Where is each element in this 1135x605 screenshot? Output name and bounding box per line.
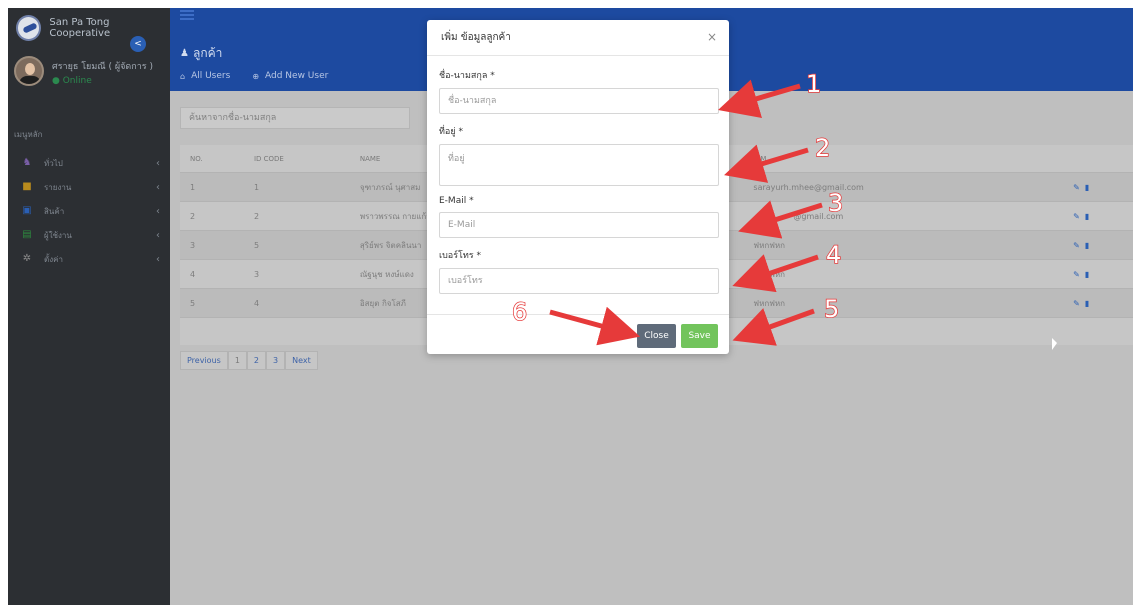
sidebar-nav: ♞ ทั่วไป ‹ ■ รายงาน ‹ ▣ สินค้า ‹ ▤ ผู้ใช… [8, 151, 170, 271]
name-field-label: ชื่อ-นามสกุล * [439, 71, 495, 81]
close-button[interactable]: Close [637, 324, 676, 348]
column-header-id: ID CODE [253, 154, 284, 163]
row-actions: ✎ ▮ [1073, 270, 1133, 279]
page-title-text: ลูกค้า [192, 46, 223, 60]
tab-label: All Users [191, 71, 231, 81]
sidebar-item-label: รายงาน [44, 182, 72, 192]
row-actions: ✎ ▮ [1073, 212, 1133, 221]
add-customer-modal: เพิ่ม ข้อมูลลูกค้า × ชื่อ-นามสกุล * ที่อ… [427, 20, 729, 354]
tab-add-new-user[interactable]: ⊕ Add New User [252, 71, 328, 81]
edit-icon[interactable]: ✎ [1073, 183, 1080, 192]
pagination-page[interactable]: 3 [266, 351, 286, 370]
email-field[interactable] [439, 212, 719, 238]
sidebar-item-label: ตั้งค่า [44, 254, 63, 264]
delete-icon[interactable]: ▮ [1085, 299, 1089, 308]
chevron-left-icon: ‹ [156, 253, 160, 265]
chevron-left-icon: ‹ [156, 205, 160, 217]
row-actions: ✎ ▮ [1073, 241, 1133, 250]
folder-icon: ■ [22, 181, 32, 192]
column-header-email: E-M [753, 154, 767, 163]
cell-email: sarayurh.mhee@gmail.com [753, 182, 864, 192]
share-icon[interactable]: < [130, 36, 146, 52]
sidebar-item-reports[interactable]: ■ รายงาน ‹ [8, 175, 170, 199]
cell-id: 4 [253, 298, 260, 308]
cell-no: 3 [190, 240, 196, 250]
search-input[interactable]: ค้นหาจากชื่อ-นามสกุล [180, 107, 410, 129]
tab-label: Add New User [265, 71, 329, 81]
cell-no: 4 [190, 269, 196, 279]
avatar [14, 56, 44, 86]
save-button[interactable]: Save [681, 324, 718, 348]
chevron-left-icon: ‹ [156, 157, 160, 169]
cell-email: ฟหกฟหก [753, 269, 785, 279]
pagination-next[interactable]: Next [285, 351, 318, 370]
cell-no: 2 [190, 211, 196, 221]
cell-id: 1 [253, 182, 260, 192]
cell-no: 5 [190, 298, 196, 308]
phone-field-label: เบอร์โทร * [439, 251, 481, 261]
users-icon: ♞ [22, 157, 32, 168]
sidebar: San Pa Tong Cooperative < ศรายุธ โยมณี (… [8, 8, 170, 605]
cell-id: 2 [253, 211, 260, 221]
row-actions: ✎ ▮ [1073, 299, 1133, 308]
sidebar-item-general[interactable]: ♞ ทั่วไป ‹ [8, 151, 170, 175]
modal-footer: Close Save [427, 314, 729, 354]
sidebar-item-label: สินค้า [44, 206, 65, 216]
sidebar-item-products[interactable]: ▣ สินค้า ‹ [8, 199, 170, 223]
name-field[interactable] [439, 88, 719, 114]
column-header-no: NO. [190, 154, 203, 163]
user-icon: ♟ [180, 48, 189, 59]
edit-icon[interactable]: ✎ [1073, 241, 1080, 250]
email-field-label: E-Mail * [439, 196, 474, 206]
user-card-icon: ▤ [22, 229, 32, 240]
edit-icon[interactable]: ✎ [1073, 212, 1080, 221]
home-icon: ⌂ [180, 71, 186, 81]
page-title: ♟ ลูกค้า [180, 44, 222, 63]
address-field[interactable] [439, 144, 719, 186]
pagination: Previous 1 2 3 Next [180, 351, 318, 370]
cell-email: @gmail.com [793, 211, 844, 221]
cell-no: 1 [190, 182, 196, 192]
sidebar-item-settings[interactable]: ✲ ตั้งค่า ‹ [8, 247, 170, 271]
edit-icon[interactable]: ✎ [1073, 270, 1080, 279]
brand-name: San Pa Tong Cooperative [49, 17, 111, 39]
mouse-cursor-icon [1052, 338, 1057, 350]
delete-icon[interactable]: ▮ [1085, 212, 1089, 221]
chevron-left-icon: ‹ [156, 181, 160, 193]
close-icon[interactable]: × [707, 30, 717, 44]
modal-title: เพิ่ม ข้อมูลลูกค้า [441, 32, 511, 43]
edit-icon[interactable]: ✎ [1073, 299, 1080, 308]
cooperative-logo [16, 15, 42, 41]
tab-all-users[interactable]: ⌂ All Users [180, 71, 230, 81]
pagination-page[interactable]: 2 [246, 351, 266, 370]
sidebar-item-label: ผู้ใช้งาน [44, 230, 72, 240]
menu-toggle-icon[interactable] [180, 10, 194, 20]
address-field-label: ที่อยู่ * [439, 127, 463, 137]
app-window: San Pa Tong Cooperative < ศรายุธ โยมณี (… [8, 8, 1133, 605]
cell-id: 5 [253, 240, 260, 250]
plus-circle-icon: ⊕ [252, 71, 260, 81]
cell-email: ฟหกฟหก [753, 298, 785, 308]
sidebar-item-label: ทั่วไป [44, 158, 63, 168]
user-panel: ศรายุธ โยมณี ( ผู้จัดการ ) ● Online [14, 56, 153, 86]
cell-id: 3 [253, 269, 260, 279]
sidebar-section-label: เมนูหลัก [14, 130, 43, 139]
delete-icon[interactable]: ▮ [1085, 270, 1089, 279]
chevron-left-icon: ‹ [156, 229, 160, 241]
user-name: ศรายุธ โยมณี ( ผู้จัดการ ) [52, 62, 153, 72]
delete-icon[interactable]: ▮ [1085, 183, 1089, 192]
gear-icon: ✲ [22, 253, 32, 264]
pagination-previous[interactable]: Previous [180, 351, 228, 370]
delete-icon[interactable]: ▮ [1085, 241, 1089, 250]
modal-header: เพิ่ม ข้อมูลลูกค้า × [427, 20, 729, 56]
pagination-page[interactable]: 1 [227, 351, 247, 370]
box-icon: ▣ [22, 205, 32, 216]
sidebar-item-users[interactable]: ▤ ผู้ใช้งาน ‹ [8, 223, 170, 247]
cell-email: ฟหกฟหก [753, 240, 785, 250]
row-actions: ✎ ▮ [1073, 183, 1133, 192]
tab-bar: ⌂ All Users ⊕ Add New User [180, 71, 328, 81]
phone-field[interactable] [439, 268, 719, 294]
user-status: ● Online [52, 76, 92, 86]
modal-body: ชื่อ-นามสกุล * ที่อยู่ * E-Mail * เบอร์โ… [427, 56, 729, 304]
